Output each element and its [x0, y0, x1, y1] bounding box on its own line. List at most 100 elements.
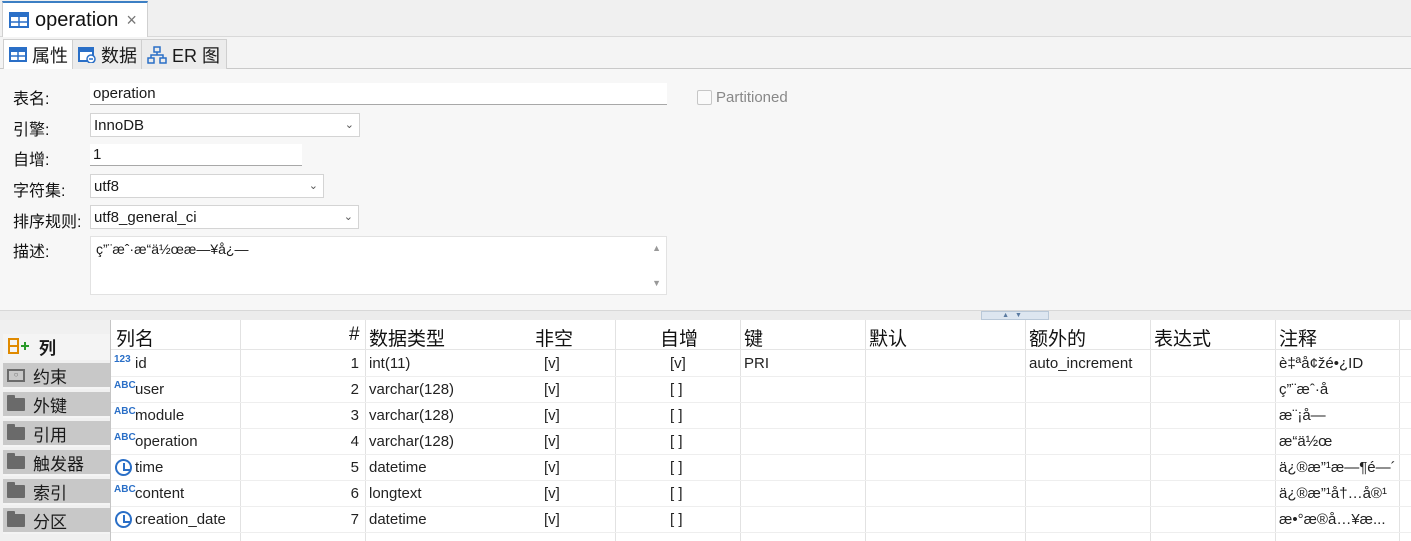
header-name[interactable]: 列名 — [116, 324, 154, 351]
cell-auto-increment[interactable]: [ ] — [670, 511, 683, 528]
cell-not-null[interactable]: [v] — [544, 485, 560, 502]
cell-column-name[interactable]: time — [135, 459, 163, 476]
chevron-down-icon[interactable]: ⌄ — [309, 179, 318, 192]
table-row[interactable]: ABC content 6 longtext [v] [ ] ä¿®æ”¹å†…å®¹ — [111, 481, 1411, 507]
cell-auto-increment[interactable]: [v] — [670, 355, 686, 372]
cell-not-null[interactable]: [v] — [544, 433, 560, 450]
cell-type[interactable]: int(11) — [369, 355, 410, 372]
chevron-down-icon[interactable]: ⌄ — [345, 118, 354, 131]
cell-auto-increment[interactable]: [ ] — [670, 433, 683, 450]
cell-comment[interactable]: æ•°æ®å…¥æ... — [1279, 511, 1386, 528]
cell-type[interactable]: datetime — [369, 511, 427, 528]
header-auto-increment[interactable]: 自增 — [660, 324, 698, 351]
collation-value: utf8_general_ci — [94, 208, 197, 226]
table-row[interactable]: 123 id 1 int(11) [v] [v] PRI auto_increment è‡ªå… — [111, 351, 1411, 377]
table-row[interactable]: creation_date 7 datetime [v] [ ] æ•°æ®å…¥æ... — [111, 507, 1411, 533]
cell-column-name[interactable]: operation — [135, 433, 198, 450]
cell-auto-increment[interactable]: [ ] — [670, 381, 683, 398]
header-comment[interactable]: 注释 — [1279, 324, 1317, 351]
cell-column-name[interactable]: creation_date — [135, 511, 226, 528]
cell-type[interactable]: varchar(128) — [369, 381, 454, 398]
folder-icon — [7, 510, 25, 527]
cell-number[interactable]: 6 — [351, 485, 359, 502]
cell-column-name[interactable]: id — [135, 355, 147, 372]
nav-item-partitions[interactable]: 分区 — [3, 508, 110, 534]
close-icon[interactable]: × — [126, 10, 137, 31]
header-not-null[interactable]: 非空 — [535, 324, 573, 351]
cell-comment[interactable]: ä¿®æ”¹æ—¶é—´ — [1279, 459, 1396, 476]
cell-type[interactable]: varchar(128) — [369, 407, 454, 424]
collation-select[interactable]: utf8_general_ci ⌄ — [90, 205, 359, 229]
cell-number[interactable]: 1 — [351, 355, 359, 372]
cell-not-null[interactable]: [v] — [544, 459, 560, 476]
cell-comment[interactable]: æ¨¡å— — [1279, 407, 1326, 424]
er-diagram-icon — [147, 45, 167, 64]
columns-table: 列名 # 数据类型 非空 自增 键 默认 额外的 表达式 注释 123 id 1 in… — [111, 320, 1411, 541]
cell-not-null[interactable]: [v] — [544, 355, 560, 372]
cell-key[interactable]: PRI — [744, 355, 769, 372]
nav-item-triggers[interactable]: 触发器 — [3, 450, 110, 476]
header-key[interactable]: 键 — [744, 324, 763, 351]
cell-comment[interactable]: ç”¨æˆ·å — [1279, 381, 1328, 398]
folder-icon — [7, 452, 25, 469]
chevron-down-icon[interactable]: ⌄ — [344, 210, 353, 223]
header-type[interactable]: 数据类型 — [369, 324, 445, 351]
editor-tab-operation[interactable]: operation × — [2, 1, 148, 37]
scroll-up-icon[interactable]: ▲ — [652, 243, 661, 253]
header-number[interactable]: # — [349, 324, 360, 346]
scroll-down-icon[interactable]: ▼ — [652, 278, 661, 288]
cell-comment[interactable]: ä¿®æ”¹å†…å®¹ — [1279, 485, 1387, 502]
cell-type[interactable]: longtext — [369, 485, 422, 502]
cell-not-null[interactable]: [v] — [544, 381, 560, 398]
table-name-input[interactable]: operation — [90, 83, 667, 105]
datetime-icon — [115, 459, 132, 476]
table-row[interactable]: ABC user 2 varchar(128) [v] [ ] ç”¨æˆ·å — [111, 377, 1411, 403]
description-textarea[interactable]: ç”¨æˆ·æ“ä½œæ—¥å¿— ▲ ▼ — [90, 236, 667, 295]
cell-column-name[interactable]: content — [135, 485, 184, 502]
cell-column-name[interactable]: user — [135, 381, 164, 398]
header-default[interactable]: 默认 — [869, 324, 907, 351]
editor-tab-strip: operation × — [0, 0, 1411, 37]
cell-number[interactable]: 5 — [351, 459, 359, 476]
nav-item-columns[interactable]: 列 — [3, 334, 110, 360]
auto-increment-input[interactable]: 1 — [90, 144, 302, 166]
nav-item-indexes[interactable]: 索引 — [3, 479, 110, 505]
partitioned-checkbox[interactable]: Partitioned — [697, 89, 788, 106]
engine-select[interactable]: InnoDB ⌄ — [90, 113, 360, 137]
nav-item-label: 分区 — [33, 512, 67, 532]
cell-type[interactable]: varchar(128) — [369, 433, 454, 450]
cell-type[interactable]: datetime — [369, 459, 427, 476]
tab-properties[interactable]: 属性 — [3, 39, 75, 69]
cell-not-null[interactable]: [v] — [544, 407, 560, 424]
cell-number[interactable]: 7 — [351, 511, 359, 528]
numeric-key-icon: 123 — [114, 354, 131, 365]
cell-comment[interactable]: æ“ä½œ — [1279, 433, 1332, 450]
cell-number[interactable]: 2 — [351, 381, 359, 398]
checkbox-box[interactable] — [697, 90, 712, 105]
cell-auto-increment[interactable]: [ ] — [670, 459, 683, 476]
splitter-grip[interactable]: ▲▼ — [981, 311, 1049, 320]
text-type-icon: ABC — [114, 432, 136, 443]
cell-auto-increment[interactable]: [ ] — [670, 407, 683, 424]
cell-auto-increment[interactable]: [ ] — [670, 485, 683, 502]
table-row[interactable]: ABC operation 4 varchar(128) [v] [ ] æ“ä½œ — [111, 429, 1411, 455]
constraint-icon: ○ — [7, 368, 25, 382]
nav-item-references[interactable]: 引用 — [3, 421, 110, 447]
table-row[interactable]: time 5 datetime [v] [ ] ä¿®æ”¹æ—¶é—´ — [111, 455, 1411, 481]
nav-item-constraints[interactable]: ○ 约束 — [3, 363, 110, 389]
charset-select[interactable]: utf8 ⌄ — [90, 174, 324, 198]
cell-comment[interactable]: è‡ªå¢žé•¿ID — [1279, 355, 1363, 372]
cell-not-null[interactable]: [v] — [544, 511, 560, 528]
header-expression[interactable]: 表达式 — [1154, 324, 1211, 351]
header-extra[interactable]: 额外的 — [1029, 324, 1086, 351]
panel-splitter[interactable]: ▲▼ — [0, 310, 1411, 320]
table-row[interactable]: ABC module 3 varchar(128) [v] [ ] æ¨¡å— — [111, 403, 1411, 429]
tab-data[interactable]: 数据 — [72, 39, 144, 69]
tab-er-diagram[interactable]: ER 图 — [141, 39, 228, 69]
cell-extra[interactable]: auto_increment — [1029, 355, 1132, 372]
nav-item-foreign-keys[interactable]: 外键 — [3, 392, 110, 418]
folder-icon — [7, 481, 25, 498]
cell-column-name[interactable]: module — [135, 407, 184, 424]
cell-number[interactable]: 4 — [351, 433, 359, 450]
cell-number[interactable]: 3 — [351, 407, 359, 424]
